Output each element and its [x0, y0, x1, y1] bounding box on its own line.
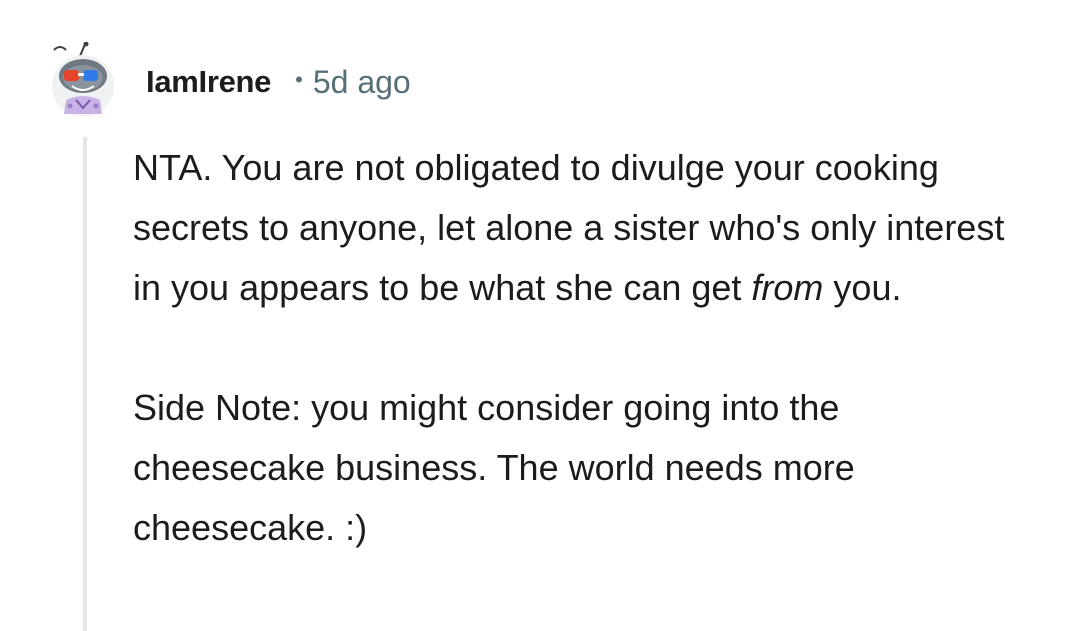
- comment-text-emphasis: from: [751, 267, 824, 308]
- timestamp: 5d ago: [312, 63, 411, 100]
- comment-body: NTA. You are not obligated to divulge yo…: [133, 138, 1033, 558]
- comment-text: Side Note: you might consider going into…: [133, 387, 855, 548]
- username-link[interactable]: IamIrene: [146, 64, 271, 100]
- comment-paragraph: NTA. You are not obligated to divulge yo…: [133, 138, 1033, 318]
- comment-text: you.: [823, 267, 902, 308]
- comment-paragraph: Side Note: you might consider going into…: [133, 378, 1033, 558]
- comment: IamIrene • 5d ago NTA. You are not oblig…: [0, 0, 1080, 631]
- thread-collapse-line[interactable]: [83, 137, 87, 631]
- meta-separator: •: [295, 67, 303, 92]
- comment-header: IamIrene • 5d ago: [146, 60, 411, 104]
- user-avatar-icon[interactable]: [50, 41, 116, 117]
